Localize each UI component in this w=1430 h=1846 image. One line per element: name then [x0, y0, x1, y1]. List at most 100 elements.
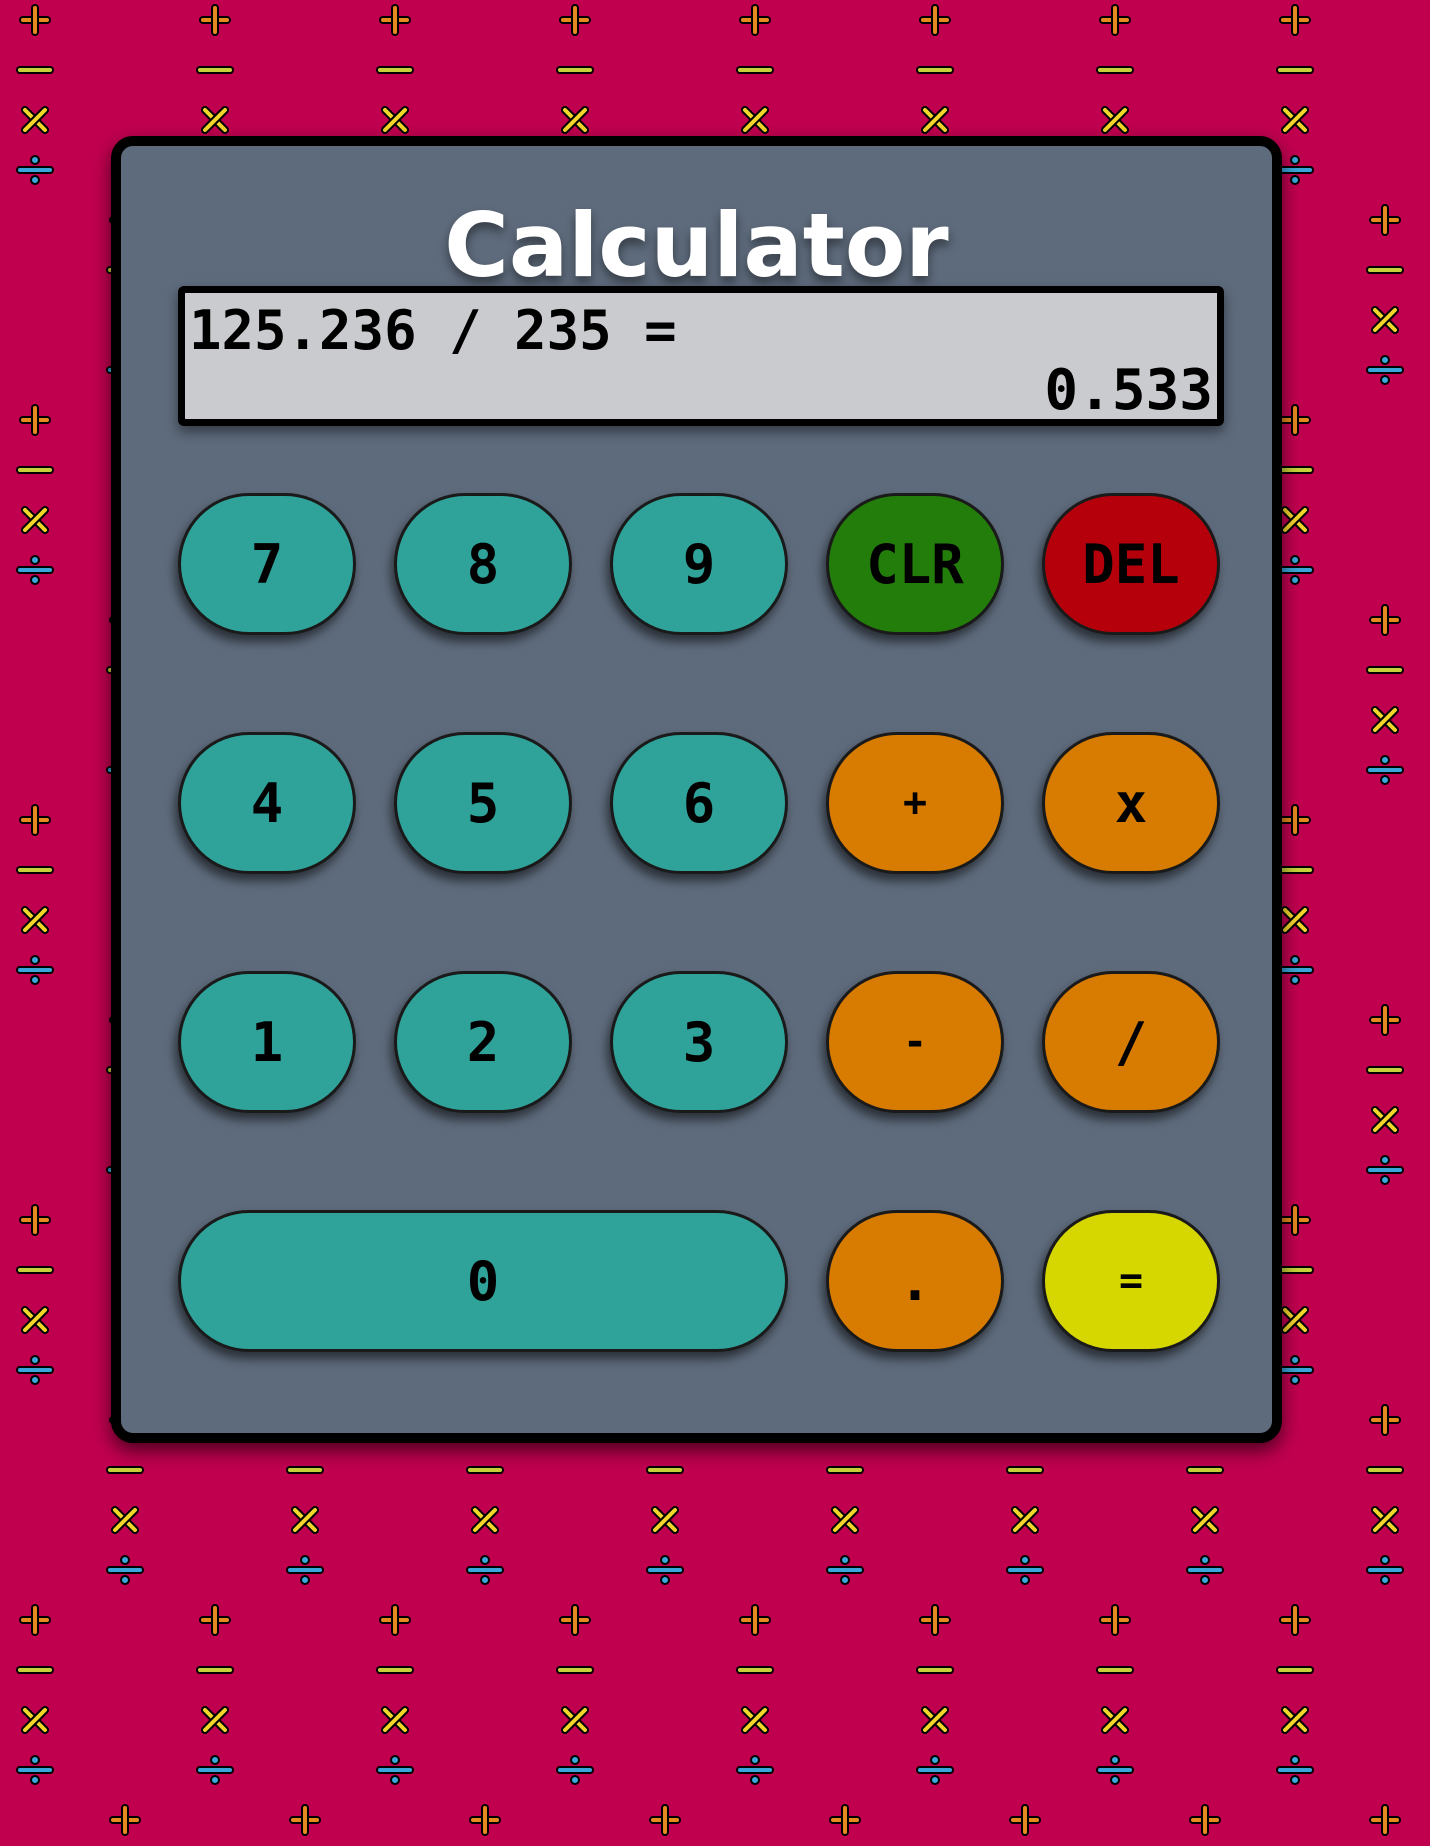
divide-icon [826, 1555, 864, 1585]
times-icon [201, 1706, 229, 1734]
times-icon [21, 906, 49, 934]
plus-icon [1189, 1804, 1221, 1836]
divide-icon [196, 1755, 234, 1785]
add-button[interactable]: + [826, 732, 1004, 874]
divide-icon [1276, 155, 1314, 185]
times-icon [561, 106, 589, 134]
divide-icon [1276, 1755, 1314, 1785]
decimal-button[interactable]: . [826, 1210, 1004, 1352]
key-4[interactable]: 4 [178, 732, 356, 874]
key-6[interactable]: 6 [610, 732, 788, 874]
times-icon [1371, 306, 1399, 334]
divide-icon [1096, 1755, 1134, 1785]
divide-button[interactable]: / [1042, 971, 1220, 1113]
plus-icon [19, 404, 51, 436]
calculator-title: Calculator [444, 194, 949, 297]
times-icon [381, 106, 409, 134]
plus-icon [1369, 1404, 1401, 1436]
calculator: Calculator 125.236 / 235 = 0.533 7 8 9 C… [111, 136, 1282, 1443]
times-icon [1281, 506, 1309, 534]
key-1[interactable]: 1 [178, 971, 356, 1113]
times-icon [1191, 1506, 1219, 1534]
divide-icon [1366, 1555, 1404, 1585]
divide-icon [1006, 1555, 1044, 1585]
plus-icon [1369, 1804, 1401, 1836]
calculator-display: 125.236 / 235 = 0.533 [178, 286, 1224, 426]
equals-button[interactable]: = [1042, 1210, 1220, 1352]
display-expression: 125.236 / 235 = [189, 299, 677, 362]
times-icon [921, 1706, 949, 1734]
plus-icon [19, 4, 51, 36]
plus-icon [1009, 1804, 1041, 1836]
divide-icon [1276, 955, 1314, 985]
key-8[interactable]: 8 [394, 493, 572, 635]
times-icon [651, 1506, 679, 1534]
keypad: 7 8 9 CLR DEL 4 5 6 + x 1 2 3 - / 0 . = [178, 493, 1224, 1352]
divide-icon [916, 1755, 954, 1785]
times-icon [1371, 706, 1399, 734]
times-icon [741, 1706, 769, 1734]
divide-icon [286, 1555, 324, 1585]
times-icon [1281, 106, 1309, 134]
divide-icon [106, 1555, 144, 1585]
plus-icon [1099, 1604, 1131, 1636]
times-icon [471, 1506, 499, 1534]
divide-icon [466, 1555, 504, 1585]
plus-icon [1279, 404, 1311, 436]
key-9[interactable]: 9 [610, 493, 788, 635]
times-icon [291, 1506, 319, 1534]
plus-icon [1369, 1004, 1401, 1036]
times-icon [1281, 1306, 1309, 1334]
times-icon [1101, 106, 1129, 134]
divide-icon [376, 1755, 414, 1785]
divide-icon [1366, 755, 1404, 785]
plus-icon [379, 1604, 411, 1636]
delete-button[interactable]: DEL [1042, 493, 1220, 635]
divide-icon [1366, 355, 1404, 385]
plus-icon [379, 4, 411, 36]
plus-icon [919, 1604, 951, 1636]
plus-icon [1369, 604, 1401, 636]
times-icon [381, 1706, 409, 1734]
plus-icon [739, 4, 771, 36]
times-icon [1101, 1706, 1129, 1734]
times-icon [921, 106, 949, 134]
times-icon [741, 106, 769, 134]
plus-icon [19, 804, 51, 836]
plus-icon [1369, 204, 1401, 236]
times-icon [1011, 1506, 1039, 1534]
key-7[interactable]: 7 [178, 493, 356, 635]
subtract-button[interactable]: - [826, 971, 1004, 1113]
clear-button[interactable]: CLR [826, 493, 1004, 635]
divide-icon [1276, 555, 1314, 585]
plus-icon [739, 1604, 771, 1636]
divide-icon [1276, 1355, 1314, 1385]
divide-icon [1366, 1155, 1404, 1185]
times-icon [21, 1706, 49, 1734]
plus-icon [1099, 4, 1131, 36]
divide-icon [16, 555, 54, 585]
times-icon [1281, 906, 1309, 934]
plus-icon [289, 1804, 321, 1836]
plus-icon [19, 1204, 51, 1236]
multiply-button[interactable]: x [1042, 732, 1220, 874]
key-3[interactable]: 3 [610, 971, 788, 1113]
key-2[interactable]: 2 [394, 971, 572, 1113]
divide-icon [16, 155, 54, 185]
times-icon [561, 1706, 589, 1734]
divide-icon [646, 1555, 684, 1585]
times-icon [1371, 1506, 1399, 1534]
plus-icon [559, 4, 591, 36]
divide-icon [556, 1755, 594, 1785]
times-icon [831, 1506, 859, 1534]
plus-icon [559, 1604, 591, 1636]
divide-icon [16, 1755, 54, 1785]
key-0[interactable]: 0 [178, 1210, 788, 1352]
times-icon [1371, 1106, 1399, 1134]
plus-icon [649, 1804, 681, 1836]
divide-icon [16, 955, 54, 985]
plus-icon [109, 1804, 141, 1836]
key-5[interactable]: 5 [394, 732, 572, 874]
plus-icon [919, 4, 951, 36]
divide-icon [736, 1755, 774, 1785]
